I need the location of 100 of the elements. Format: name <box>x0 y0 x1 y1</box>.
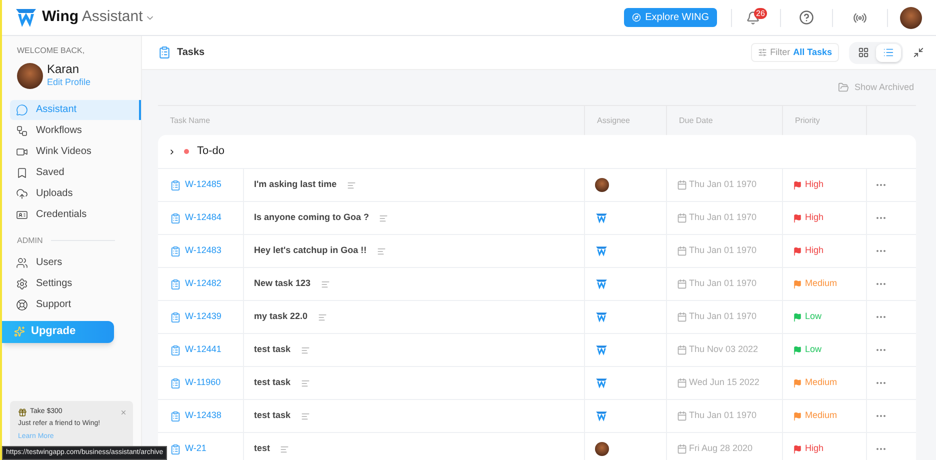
priority-label: High <box>805 244 824 258</box>
calendar-icon <box>677 345 687 355</box>
sidebar-item[interactable]: Credentials <box>10 204 141 224</box>
task-name: New task 123 <box>254 277 311 290</box>
calendar-icon <box>677 378 687 388</box>
filter-button[interactable]: Filter All Tasks <box>751 43 839 62</box>
column-header: Priority <box>795 114 820 126</box>
sidebar-item[interactable]: Uploads <box>10 184 141 204</box>
task-id-link[interactable]: W-11960 <box>185 376 221 390</box>
calendar-icon <box>677 180 687 190</box>
task-id-link[interactable]: W-12485 <box>185 178 222 192</box>
user-avatar <box>900 6 922 28</box>
due-date: Fri Aug 28 2020 <box>689 442 753 456</box>
notifications-button[interactable]: 26 <box>746 6 772 28</box>
description-icon <box>300 378 310 388</box>
task-id-link[interactable]: W-12484 <box>185 211 222 225</box>
user-name: Karan <box>47 62 80 76</box>
wing-logo <box>595 212 608 224</box>
workflow-icon <box>16 124 28 136</box>
task-id-link[interactable]: W-12438 <box>185 409 222 423</box>
priority-label: Medium <box>805 277 838 290</box>
sidebar-item[interactable]: Assistant <box>10 100 141 120</box>
description-icon <box>379 214 388 222</box>
clipboard-icon <box>170 312 181 322</box>
broadcast-icon[interactable] <box>853 10 867 24</box>
calendar-icon <box>677 279 687 289</box>
grid-icon <box>858 47 869 58</box>
description-icon <box>280 444 290 454</box>
task-name: test <box>254 442 270 456</box>
priority-label: Low <box>805 310 822 324</box>
description-icon <box>376 246 386 256</box>
wing-logo <box>595 344 608 356</box>
sidebar-item[interactable]: Settings <box>10 274 141 294</box>
app-title: Wing Assistant <box>42 7 143 28</box>
welcome-label: WELCOME BACK, <box>17 45 86 57</box>
task-name: Is anyone coming to Goa ? <box>254 211 370 224</box>
description-icon <box>320 280 330 288</box>
task-id-link[interactable]: W-12441 <box>185 343 222 357</box>
video-icon <box>16 146 28 158</box>
notification-badge: 26 <box>754 8 767 18</box>
column-header: Task Name <box>170 114 210 126</box>
group-label: To-do <box>197 144 225 160</box>
assignee-avatar <box>595 178 609 192</box>
collapse-icon[interactable] <box>913 47 924 58</box>
sidebar-item[interactable]: Saved <box>10 162 141 182</box>
task-id-link[interactable]: W-12439 <box>185 310 222 324</box>
calendar-icon <box>677 213 687 223</box>
priority-label: High <box>805 178 824 192</box>
clipboard-icon <box>170 344 181 356</box>
description-icon <box>300 346 310 354</box>
priority-label: High <box>805 211 824 224</box>
clipboard-icon <box>170 410 181 422</box>
wing-logo <box>595 244 608 258</box>
clipboard-icon <box>170 278 181 290</box>
clipboard-icon <box>170 246 181 256</box>
assignee-avatar <box>595 442 609 456</box>
column-header: Due Date <box>679 114 713 126</box>
admin-heading: ADMIN <box>17 234 43 246</box>
help-icon[interactable] <box>799 10 814 25</box>
description-icon <box>318 312 327 322</box>
clipboard-icon <box>170 212 181 224</box>
show-archived-button[interactable]: Show Archived <box>838 80 914 94</box>
edit-profile-link[interactable]: Edit Profile <box>47 76 91 90</box>
task-id-link[interactable]: W-21 <box>185 442 206 456</box>
users-icon <box>16 256 28 268</box>
explore-button[interactable]: Explore WING <box>624 8 717 27</box>
settings-icon <box>16 278 28 290</box>
sidebar-item[interactable]: Users <box>10 252 141 272</box>
priority-label: High <box>805 442 824 456</box>
priority-label: Low <box>805 343 822 356</box>
chevron-right-icon[interactable] <box>168 148 176 156</box>
due-date: Thu Jan 01 1970 <box>689 310 757 324</box>
wing-logo <box>595 376 608 390</box>
due-date: Wed Jun 15 2022 <box>689 376 760 390</box>
upgrade-button[interactable]: Upgrade <box>2 320 114 342</box>
due-date: Thu Jan 01 1970 <box>689 409 757 422</box>
task-id-link[interactable]: W-12483 <box>185 244 222 258</box>
due-date: Thu Jan 01 1970 <box>689 178 757 192</box>
priority-label: Medium <box>805 409 838 422</box>
clipboard-icon <box>170 444 181 454</box>
due-date: Thu Jan 01 1970 <box>689 211 757 224</box>
task-id-link[interactable]: W-12482 <box>185 277 222 291</box>
sidebar-item[interactable]: Workflows <box>10 120 141 140</box>
sidebar-item[interactable]: Wink Videos <box>10 142 141 162</box>
description-icon <box>346 180 356 190</box>
due-date: Thu Jan 01 1970 <box>689 244 757 258</box>
priority-label: Medium <box>805 376 838 390</box>
list-icon <box>883 47 894 58</box>
profile-avatar <box>17 62 43 89</box>
calendar-icon <box>677 444 687 454</box>
close-icon[interactable] <box>120 409 127 416</box>
chat-icon <box>16 104 28 116</box>
task-name: test task <box>254 409 291 422</box>
clipboard-icon <box>170 378 181 388</box>
bookmark-icon <box>16 166 28 178</box>
task-name: Hey let's catchup in Goa !! <box>254 244 367 258</box>
compass-icon <box>632 13 642 22</box>
due-date: Thu Jan 01 1970 <box>689 277 757 290</box>
task-name: test task <box>254 376 291 390</box>
sidebar-item[interactable]: Support <box>10 294 141 314</box>
